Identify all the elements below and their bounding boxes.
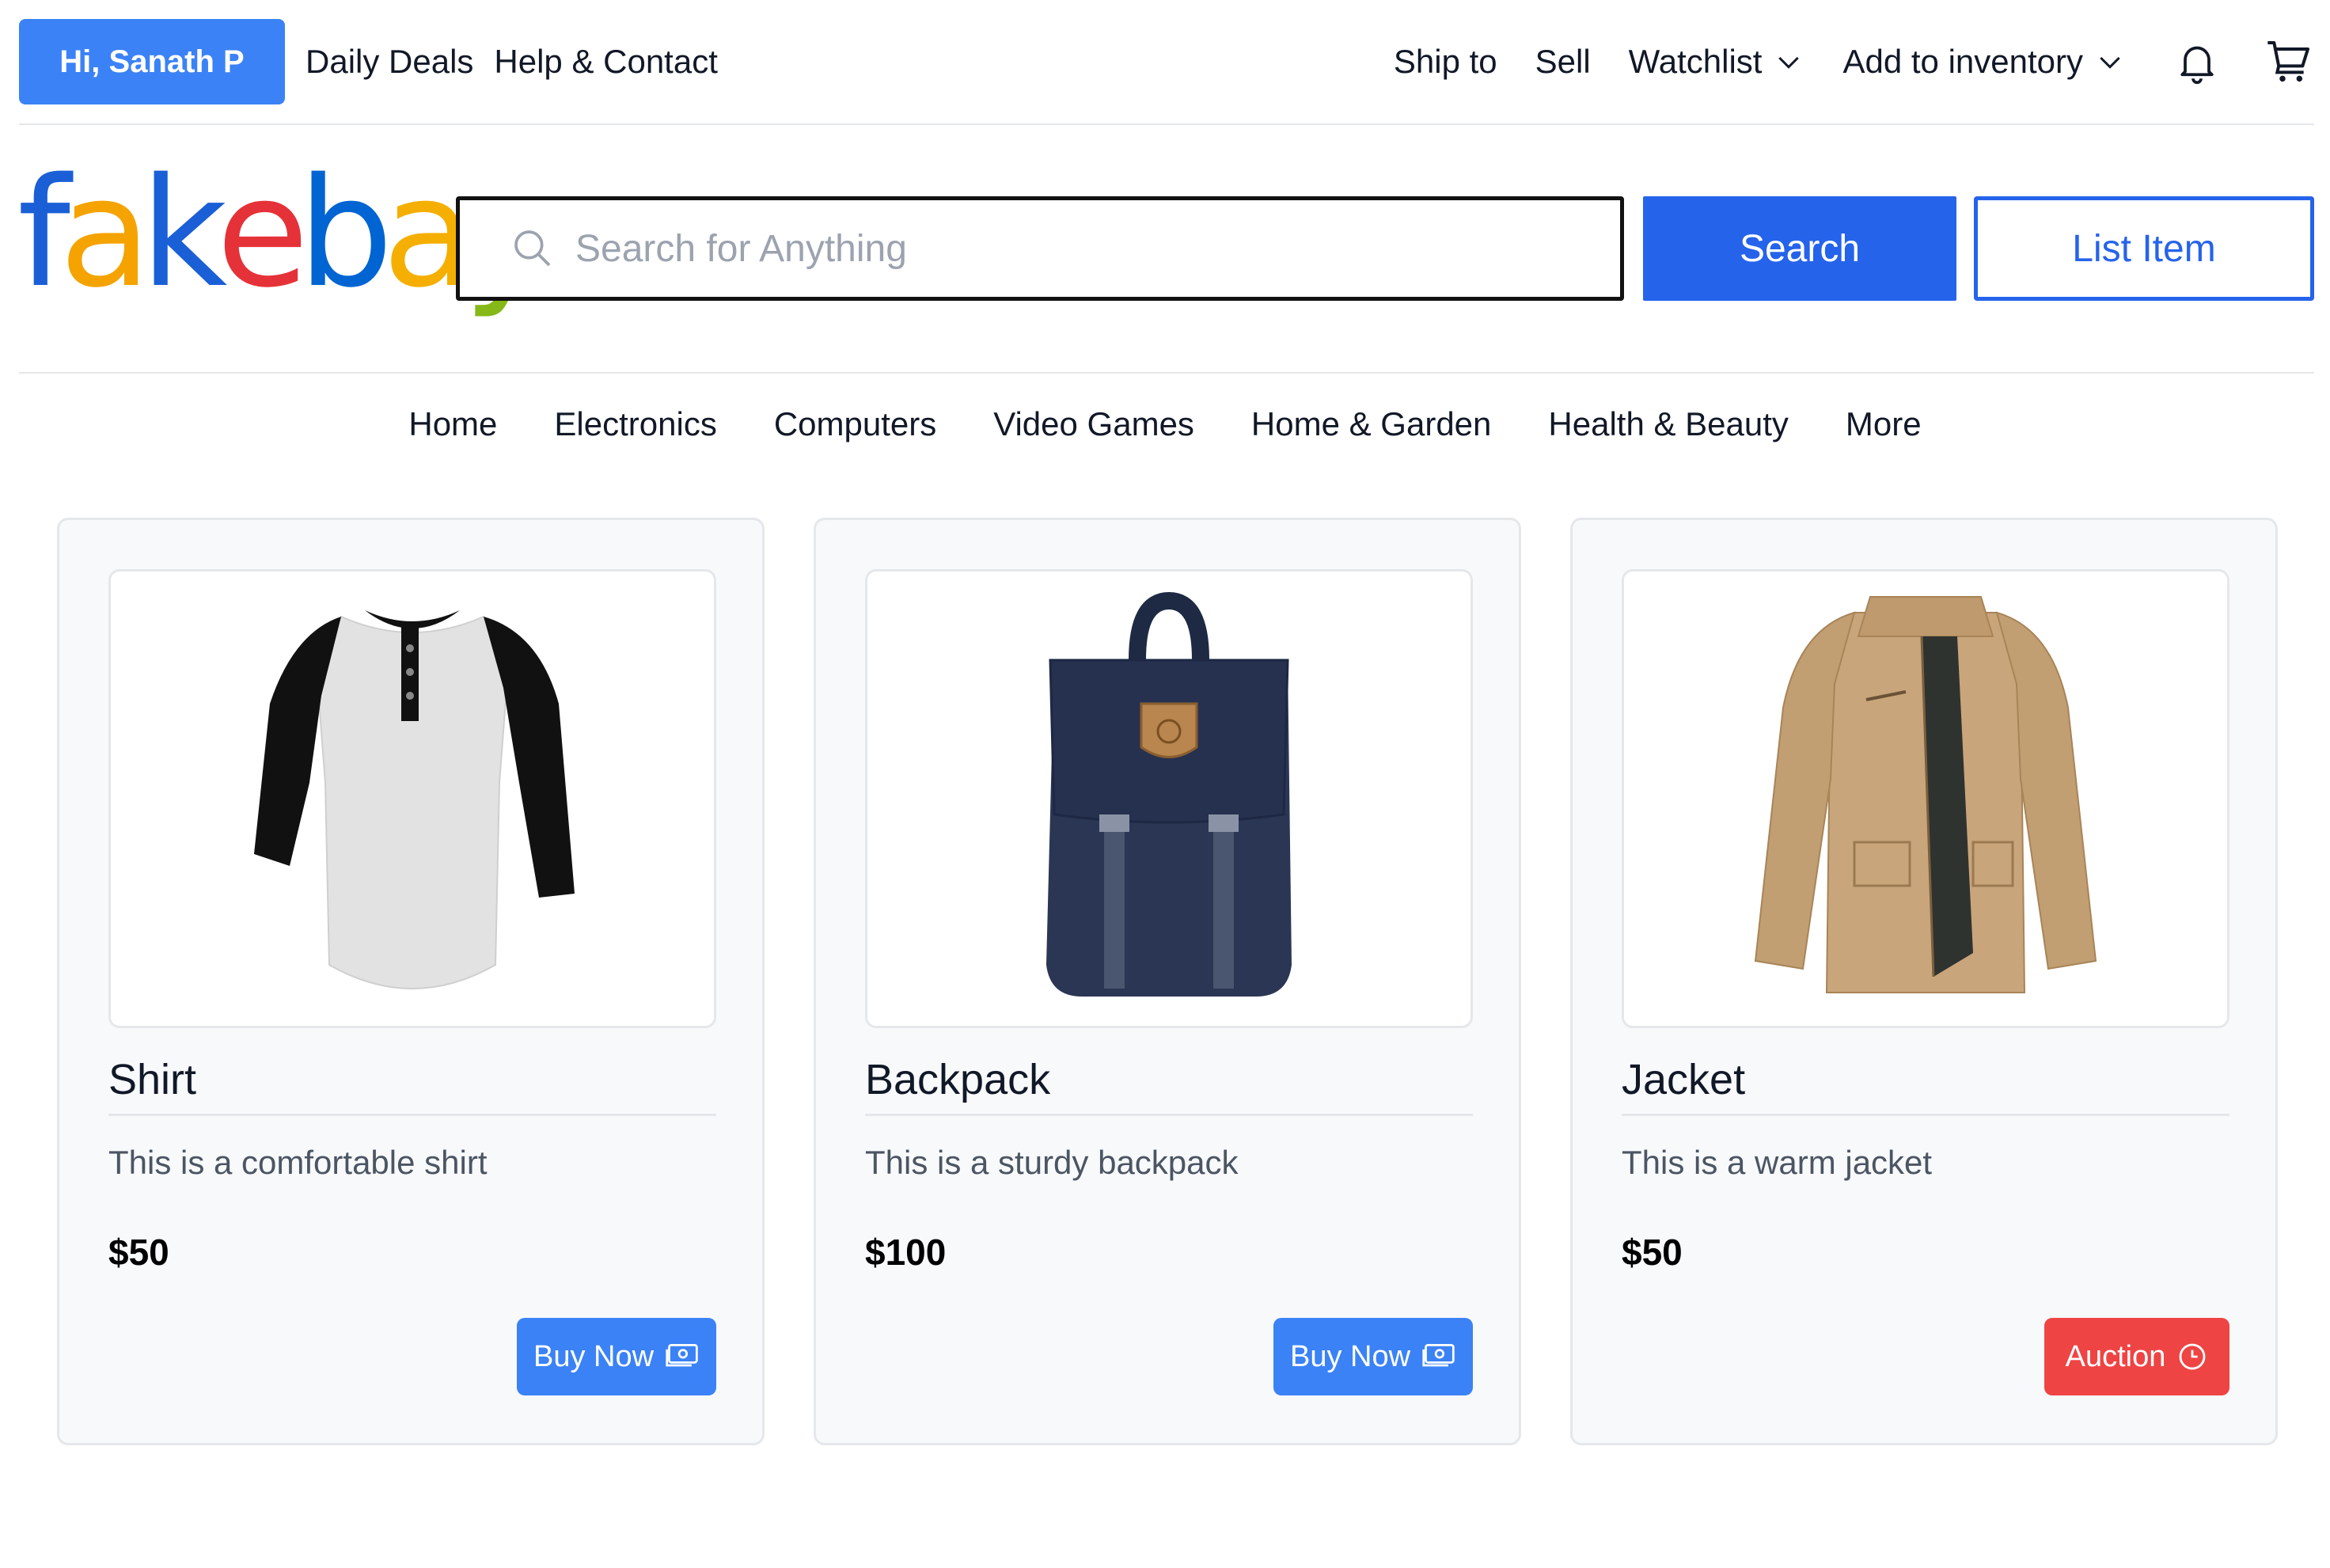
auction-label: Auction — [2065, 1339, 2166, 1373]
category-health-beauty[interactable]: Health & Beauty — [1548, 405, 1789, 443]
shirt-image[interactable] — [108, 569, 716, 1028]
product-card: Jacket This is a warm jacket $50 Auction — [1570, 518, 2278, 1445]
logo-letter: f — [17, 146, 70, 321]
bell-icon[interactable] — [2172, 36, 2222, 87]
top-left-links: Daily Deals Help & Contact — [305, 43, 718, 81]
product-card: Shirt This is a comfortable shirt $50 Bu… — [57, 518, 765, 1445]
logo-letter: a — [381, 146, 474, 321]
logo-letter: a — [59, 146, 151, 321]
product-price: $50 — [108, 1232, 169, 1273]
buy-now-label: Buy Now — [533, 1339, 655, 1373]
top-right-links: Ship to Sell Watchlist Add to inventory — [1394, 36, 2314, 87]
watchlist-dropdown[interactable]: Watchlist — [1629, 43, 1805, 81]
header-divider — [19, 372, 2314, 374]
buy-now-button[interactable]: Buy Now — [517, 1318, 716, 1395]
title-divider — [1622, 1114, 2229, 1116]
category-electronics[interactable]: Electronics — [554, 405, 716, 443]
help-contact-link[interactable]: Help & Contact — [494, 43, 717, 81]
chevron-down-icon — [2100, 56, 2120, 69]
sell-link[interactable]: Sell — [1535, 43, 1591, 81]
product-description: This is a warm jacket — [1622, 1144, 1933, 1181]
category-home[interactable]: Home — [408, 405, 497, 443]
daily-deals-link[interactable]: Daily Deals — [305, 43, 473, 81]
category-nav: Home Electronics Computers Video Games H… — [0, 405, 2330, 443]
cash-icon — [666, 1343, 698, 1367]
category-computers[interactable]: Computers — [774, 405, 936, 443]
backpack-image[interactable] — [865, 569, 1473, 1028]
cart-icon[interactable] — [2264, 36, 2314, 87]
product-title[interactable]: Jacket — [1622, 1055, 1745, 1104]
clock-icon — [2179, 1343, 2206, 1370]
logo-letter: e — [216, 146, 309, 321]
title-divider — [865, 1114, 1473, 1116]
add-to-inventory-label: Add to inventory — [1842, 43, 2083, 80]
auction-button[interactable]: Auction — [2044, 1318, 2229, 1395]
top-divider — [19, 123, 2314, 125]
category-more[interactable]: More — [1846, 405, 1922, 443]
product-price: $50 — [1622, 1232, 1683, 1273]
product-title[interactable]: Backpack — [865, 1055, 1050, 1104]
category-video-games[interactable]: Video Games — [993, 405, 1194, 443]
logo-letter: b — [298, 146, 393, 321]
buy-now-button[interactable]: Buy Now — [1273, 1318, 1473, 1395]
logo-letter: k — [140, 146, 227, 321]
search-icon — [514, 230, 551, 267]
watchlist-label: Watchlist — [1628, 43, 1763, 80]
search-box — [456, 196, 1624, 301]
product-title[interactable]: Shirt — [108, 1055, 196, 1104]
product-description: This is a comfortable shirt — [108, 1144, 488, 1181]
chevron-down-icon — [1778, 56, 1800, 69]
search-input[interactable] — [575, 226, 1565, 271]
product-card: Backpack This is a sturdy backpack $100 … — [814, 518, 1521, 1445]
search-button[interactable]: Search — [1643, 196, 1956, 301]
cash-icon — [1422, 1343, 1455, 1367]
greeting-button[interactable]: Hi, Sanath P — [19, 19, 285, 104]
add-to-inventory-dropdown[interactable]: Add to inventory — [1842, 43, 2126, 81]
ship-to-link[interactable]: Ship to — [1394, 43, 1497, 81]
title-divider — [108, 1114, 716, 1116]
jacket-image[interactable] — [1622, 569, 2229, 1028]
top-bar: Hi, Sanath P Daily Deals Help & Contact … — [19, 19, 2314, 104]
list-item-button[interactable]: List Item — [1974, 196, 2314, 301]
buy-now-label: Buy Now — [1289, 1339, 1411, 1373]
product-price: $100 — [865, 1232, 947, 1273]
product-description: This is a sturdy backpack — [865, 1144, 1239, 1181]
category-home-garden[interactable]: Home & Garden — [1251, 405, 1491, 443]
